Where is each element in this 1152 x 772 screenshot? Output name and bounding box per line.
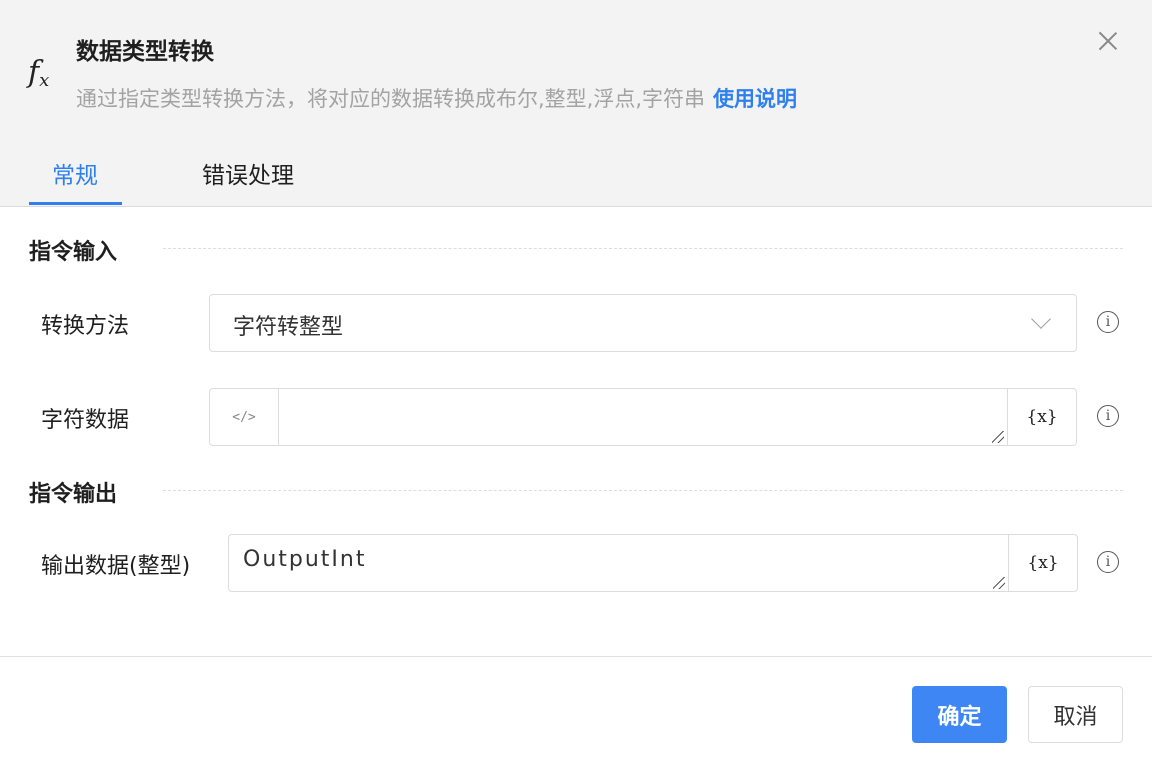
char-data-label: 字符数据 [41,408,130,433]
function-fx-icon: fx [28,55,50,91]
input-section-divider [163,248,1123,249]
info-icon[interactable]: i [1097,311,1119,333]
convert-method-label: 转换方法 [41,314,130,339]
code-mode-icon[interactable]: </> [210,389,279,445]
footer-divider [0,656,1152,657]
info-icon[interactable]: i [1097,405,1119,427]
output-variable-input[interactable]: OutputInt [229,535,1007,591]
char-data-input[interactable] [280,389,1008,445]
confirm-button[interactable]: 确定 [912,686,1007,743]
output-section-divider [163,490,1123,491]
tab-general[interactable]: 常规 [52,156,98,190]
tab-error-handling[interactable]: 错误处理 [202,156,294,190]
close-icon[interactable] [1094,27,1122,55]
output-data-field: OutputInt {x} [228,534,1078,592]
chevron-down-icon [1031,309,1051,329]
insert-variable-button[interactable]: {x} [1007,389,1076,445]
data-type-conversion-dialog: fx 数据类型转换 通过指定类型转换方法，将对应的数据转换成布尔,整型,浮点,字… [0,0,1152,772]
variable-icon: {x} [1026,407,1058,427]
help-link[interactable]: 使用说明 [713,87,797,111]
output-section-title: 指令输出 [29,482,118,507]
resize-handle-icon[interactable] [993,577,1005,589]
dialog-subtitle: 通过指定类型转换方法，将对应的数据转换成布尔,整型,浮点,字符串 使用说明 [76,83,797,113]
subtitle-text: 通过指定类型转换方法，将对应的数据转换成布尔,整型,浮点,字符串 [76,87,706,111]
dialog-header: fx 数据类型转换 通过指定类型转换方法，将对应的数据转换成布尔,整型,浮点,字… [0,0,1152,207]
resize-handle-icon[interactable] [992,431,1004,443]
convert-method-value: 字符转整型 [233,315,344,340]
active-tab-indicator [29,202,122,205]
output-data-label: 输出数据(整型) [41,554,191,579]
dialog-title: 数据类型转换 [76,39,214,65]
input-section-title: 指令输入 [29,240,118,265]
convert-method-select[interactable]: 字符转整型 [209,294,1077,352]
insert-variable-button[interactable]: {x} [1008,535,1077,591]
variable-icon: {x} [1027,553,1059,573]
info-icon[interactable]: i [1097,551,1119,573]
cancel-button[interactable]: 取消 [1028,686,1123,743]
char-data-field: </> {x} [209,388,1077,446]
